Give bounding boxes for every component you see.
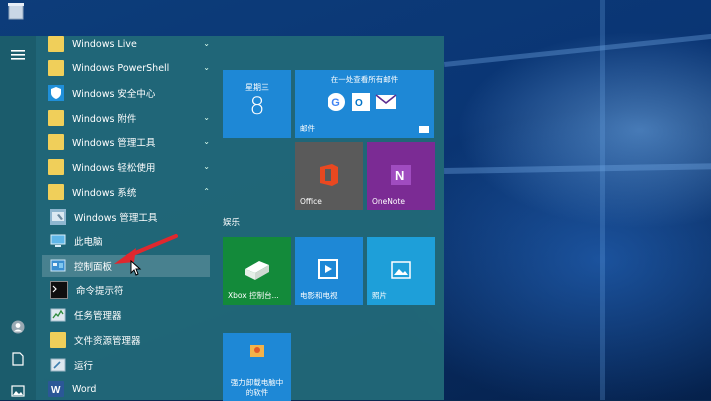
app-list: Windows Live ⌄ Windows PowerShell ⌄ Window… bbox=[42, 33, 256, 400]
mail-header: 在一处查看所有邮件 bbox=[330, 75, 399, 84]
list-item[interactable]: Windows PowerShell ⌄ bbox=[42, 57, 212, 79]
start-menu: Windows Live ⌄ Windows PowerShell ⌄ Window… bbox=[0, 33, 444, 401]
chevron-down-icon: ⌄ bbox=[203, 113, 210, 122]
chevron-down-icon: ⌄ bbox=[203, 162, 210, 171]
start-left-strip bbox=[0, 36, 36, 400]
folder-icon bbox=[48, 36, 64, 52]
list-item[interactable]: Windows 安全中心 bbox=[42, 82, 212, 104]
xbox-tile[interactable]: Xbox 控制台... bbox=[223, 237, 291, 305]
run-icon bbox=[50, 357, 66, 373]
calendar-tile[interactable]: 星期三 8 bbox=[223, 70, 291, 138]
cmd-icon bbox=[50, 281, 68, 299]
photos-label: 照片 bbox=[372, 291, 387, 300]
xbox-console-icon bbox=[245, 261, 269, 280]
envelope-icon bbox=[419, 126, 429, 133]
uninstaller-label-line2: 的软件 bbox=[245, 388, 269, 397]
chevron-down-icon: ⌄ bbox=[203, 63, 210, 72]
list-item[interactable]: 此电脑 bbox=[42, 230, 212, 252]
mouse-cursor-icon bbox=[130, 260, 142, 276]
svg-text:N: N bbox=[395, 168, 404, 183]
control-panel-item[interactable]: 控制面板 bbox=[42, 255, 210, 277]
office-label: Office bbox=[300, 197, 322, 206]
list-item[interactable]: 文件资源管理器 bbox=[42, 329, 212, 351]
documents-icon[interactable] bbox=[9, 350, 27, 368]
computer-icon bbox=[50, 233, 66, 249]
group-title-entertainment: 娱乐 bbox=[223, 218, 241, 228]
svg-text:O: O bbox=[355, 98, 363, 109]
svg-text:G: G bbox=[331, 97, 340, 109]
mail-tile[interactable]: 在一处查看所有邮件 G O 邮件 bbox=[295, 70, 434, 138]
photos-tile[interactable]: 照片 bbox=[367, 237, 435, 305]
cleaner-icon bbox=[250, 345, 264, 357]
pictures-icon[interactable] bbox=[9, 382, 27, 400]
list-item[interactable]: 命令提示符 bbox=[42, 279, 212, 301]
admin-tools-icon bbox=[50, 209, 66, 225]
shield-icon bbox=[48, 85, 64, 101]
light-beam bbox=[444, 30, 711, 67]
onenote-tile[interactable]: N OneNote bbox=[367, 142, 435, 210]
movies-tv-tile[interactable]: 电影和电视 bbox=[295, 237, 363, 305]
onenote-label: OneNote bbox=[372, 197, 406, 206]
xbox-label: Xbox 控制台... bbox=[228, 291, 279, 300]
list-item[interactable]: Windows 管理工具 bbox=[42, 206, 212, 228]
folder-icon bbox=[48, 134, 64, 150]
mail-label: 邮件 bbox=[300, 124, 315, 133]
list-item[interactable]: Windows 附件 ⌄ bbox=[42, 107, 212, 129]
folder-icon bbox=[48, 110, 64, 126]
folder-icon bbox=[50, 332, 66, 348]
list-item[interactable]: W Word bbox=[42, 378, 212, 400]
light-beam bbox=[600, 0, 605, 400]
folder-icon bbox=[48, 60, 64, 76]
control-panel-icon bbox=[50, 258, 66, 274]
recycle-bin-icon[interactable] bbox=[6, 2, 26, 20]
word-icon: W bbox=[48, 381, 64, 397]
list-item[interactable]: 运行 bbox=[42, 354, 212, 376]
list-item[interactable]: 任务管理器 bbox=[42, 304, 212, 326]
office-tile[interactable]: Office bbox=[295, 142, 363, 210]
mail-accounts-icons: G O bbox=[328, 93, 397, 111]
chevron-up-icon: ⌃ bbox=[203, 187, 210, 196]
svg-text:W: W bbox=[51, 385, 61, 396]
task-manager-icon bbox=[50, 307, 66, 323]
uninstaller-tile[interactable]: 强力卸载电脑中 的软件 bbox=[223, 333, 291, 401]
photos-icon bbox=[391, 261, 411, 279]
folder-icon bbox=[48, 184, 64, 200]
list-item[interactable]: Windows 系统 ⌃ bbox=[42, 181, 212, 203]
movies-tv-label: 电影和电视 bbox=[300, 291, 338, 300]
list-item[interactable]: Windows Live ⌄ bbox=[42, 33, 212, 55]
office-icon bbox=[320, 164, 338, 186]
film-icon bbox=[318, 259, 338, 279]
chevron-down-icon: ⌄ bbox=[203, 39, 210, 48]
hamburger-menu-icon[interactable] bbox=[9, 46, 27, 64]
chevron-down-icon: ⌄ bbox=[203, 137, 210, 146]
folder-icon bbox=[48, 159, 64, 175]
list-item[interactable]: Windows 管理工具 ⌄ bbox=[42, 131, 212, 153]
list-item[interactable]: Windows 轻松使用 ⌄ bbox=[42, 156, 212, 178]
user-account-icon[interactable] bbox=[9, 318, 27, 336]
light-beam bbox=[444, 162, 711, 174]
onenote-icon: N bbox=[391, 165, 411, 185]
calendar-day: 8 bbox=[249, 92, 265, 120]
